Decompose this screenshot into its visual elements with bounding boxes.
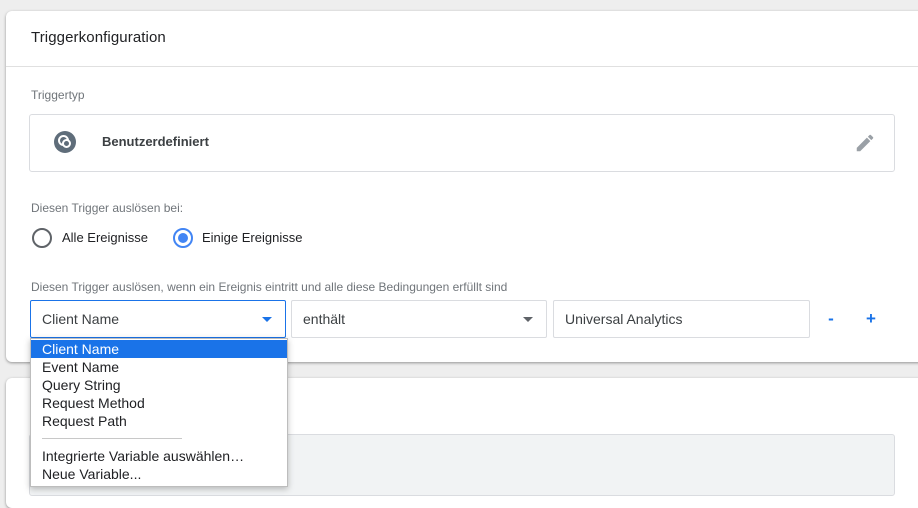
dropdown-separator: [42, 438, 182, 439]
dropdown-option-request-method[interactable]: Request Method: [31, 394, 287, 412]
variable-dropdown-menu: Client Name Event Name Query String Requ…: [30, 338, 288, 487]
fire-on-label: Diesen Trigger auslösen bei:: [31, 201, 184, 215]
dropdown-option-event-name[interactable]: Event Name: [31, 358, 287, 376]
trigger-type-label: Triggertyp: [31, 88, 85, 102]
radio-all-events[interactable]: [32, 228, 52, 248]
conditions-label: Diesen Trigger auslösen, wenn ein Ereign…: [31, 280, 508, 294]
dropdown-option-request-path[interactable]: Request Path: [31, 412, 287, 430]
trigger-configuration-card: Triggerkonfiguration Triggertyp Benutzer…: [6, 11, 918, 362]
custom-event-icon: [54, 131, 76, 153]
condition-value-input[interactable]: Universal Analytics: [553, 300, 810, 338]
dropdown-option-builtin-variable[interactable]: Integrierte Variable auswählen…: [31, 447, 287, 465]
card-title: Triggerkonfiguration: [31, 29, 166, 46]
dropdown-option-query-string[interactable]: Query String: [31, 376, 287, 394]
dropdown-option-new-variable[interactable]: Neue Variable...: [31, 465, 287, 483]
pencil-icon[interactable]: [854, 132, 876, 154]
operator-select-value: enthält: [303, 311, 346, 327]
dropdown-option-client-name[interactable]: Client Name: [31, 340, 287, 358]
radio-all-events-label[interactable]: Alle Ereignisse: [62, 230, 148, 245]
caret-down-icon: [262, 317, 272, 322]
operator-select[interactable]: enthält: [291, 300, 547, 338]
card-divider: [6, 66, 918, 67]
trigger-type-name: Benutzerdefiniert: [102, 134, 209, 149]
condition-value-text: Universal Analytics: [565, 311, 683, 327]
trigger-type-selector[interactable]: Benutzerdefiniert: [29, 114, 895, 172]
variable-select-value: Client Name: [42, 311, 120, 327]
radio-some-events[interactable]: [173, 228, 193, 248]
variable-select[interactable]: Client Name: [30, 300, 286, 338]
add-condition-button[interactable]: +: [863, 309, 879, 329]
caret-down-icon: [523, 317, 533, 322]
radio-some-events-label[interactable]: Einige Ereignisse: [202, 230, 302, 245]
remove-condition-button[interactable]: -: [823, 309, 839, 329]
